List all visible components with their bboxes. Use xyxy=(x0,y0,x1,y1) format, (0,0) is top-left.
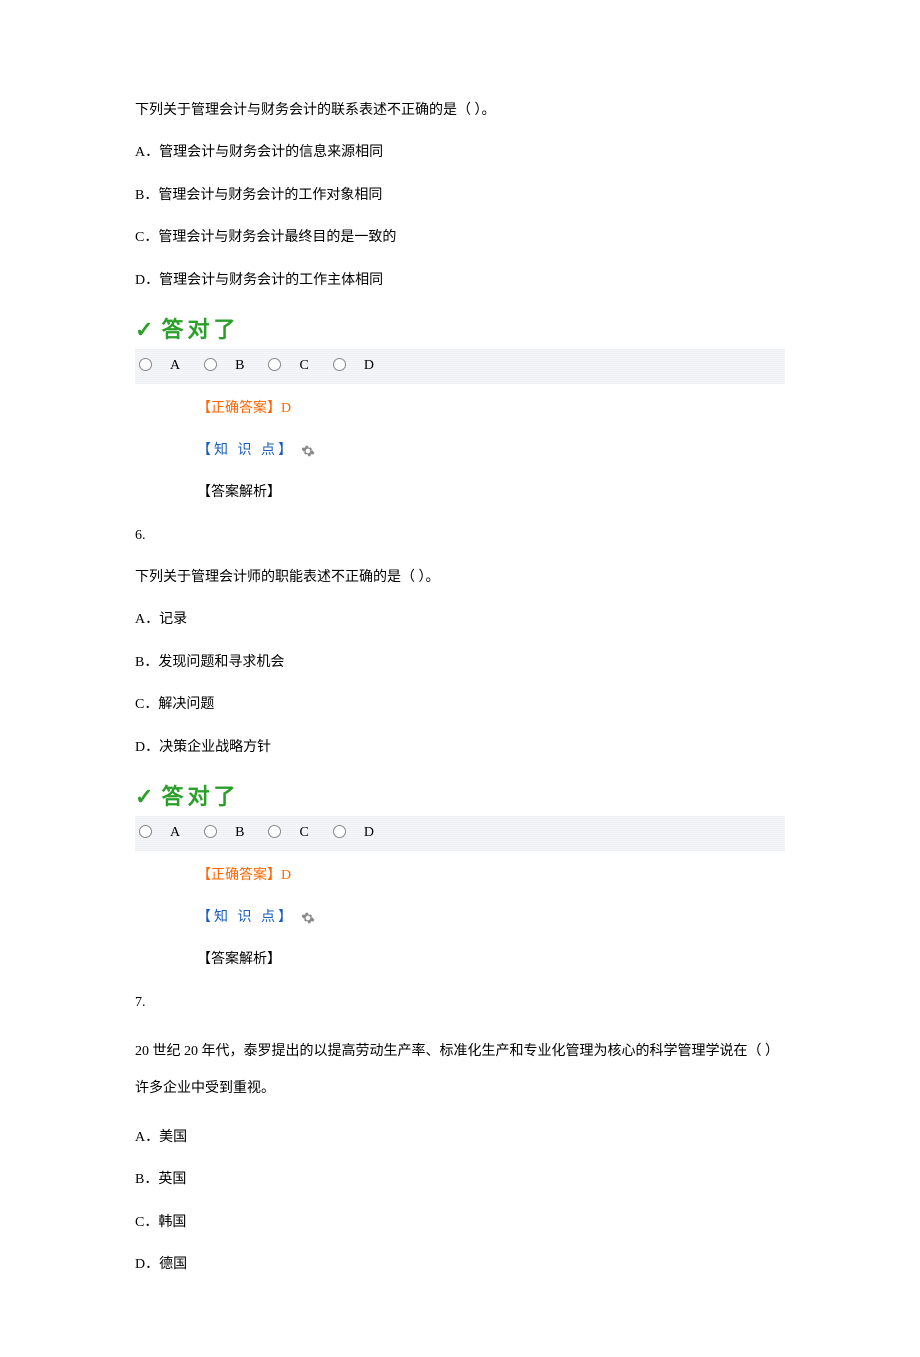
radio-d[interactable]: D xyxy=(333,822,374,844)
knowledge-line: 【知 识 点】 xyxy=(197,907,785,929)
knowledge-label: 【知 识 点】 xyxy=(197,910,295,925)
radio-icon xyxy=(333,358,346,371)
option-d: D．管理会计与财务会计的工作主体相同 xyxy=(135,270,785,292)
question-text: 下列关于管理会计师的职能表述不正确的是（ ）。 xyxy=(135,567,785,589)
radio-c[interactable]: C xyxy=(268,822,308,844)
answer-block: 【正确答案】D 【知 识 点】 【答案解析】 xyxy=(135,398,785,505)
analysis-line: 【答案解析】 xyxy=(197,482,785,504)
question-5: 下列关于管理会计与财务会计的联系表述不正确的是（ ）。 A．管理会计与财务会计的… xyxy=(135,100,785,505)
radio-label: C xyxy=(299,822,308,844)
correct-answer-value: D xyxy=(281,868,291,883)
option-b: B．英国 xyxy=(135,1169,785,1191)
correct-banner: ✓ 答对了 xyxy=(135,779,785,814)
gear-icon[interactable] xyxy=(301,444,315,458)
analysis-label: 【答案解析】 xyxy=(197,485,281,500)
radio-icon xyxy=(204,825,217,838)
option-d: D．德国 xyxy=(135,1254,785,1276)
checkmark-icon: ✓ xyxy=(135,779,153,814)
option-a: A．美国 xyxy=(135,1127,785,1149)
radio-icon xyxy=(268,358,281,371)
checkmark-icon: ✓ xyxy=(135,312,153,347)
correct-answer-line: 【正确答案】D xyxy=(197,865,785,887)
option-a: A．记录 xyxy=(135,609,785,631)
correct-text: 答对了 xyxy=(161,779,239,814)
radio-row: A B C D xyxy=(135,816,785,850)
radio-row: A B C D xyxy=(135,349,785,383)
question-7: 7. 20 世纪 20 年代，泰罗提出的以提高劳动生产率、标准化生产和专业化管理… xyxy=(135,992,785,1277)
correct-answer-line: 【正确答案】D xyxy=(197,398,785,420)
option-c: C．韩国 xyxy=(135,1212,785,1234)
knowledge-line: 【知 识 点】 xyxy=(197,440,785,462)
radio-icon xyxy=(333,825,346,838)
radio-label: B xyxy=(235,822,244,844)
question-text: 20 世纪 20 年代，泰罗提出的以提高劳动生产率、标准化生产和专业化管理为核心… xyxy=(135,1034,785,1107)
radio-icon xyxy=(139,825,152,838)
radio-c[interactable]: C xyxy=(268,355,308,377)
question-number: 7. xyxy=(135,992,785,1014)
option-c: C．管理会计与财务会计最终目的是一致的 xyxy=(135,227,785,249)
question-6: 6. 下列关于管理会计师的职能表述不正确的是（ ）。 A．记录 B．发现问题和寻… xyxy=(135,525,785,972)
radio-label: A xyxy=(170,822,180,844)
option-a: A．管理会计与财务会计的信息来源相同 xyxy=(135,142,785,164)
radio-label: C xyxy=(299,355,308,377)
radio-b[interactable]: B xyxy=(204,822,244,844)
correct-answer-label: 【正确答案】 xyxy=(197,868,281,883)
radio-b[interactable]: B xyxy=(204,355,244,377)
answer-block: 【正确答案】D 【知 识 点】 【答案解析】 xyxy=(135,865,785,972)
radio-label: D xyxy=(364,822,374,844)
analysis-line: 【答案解析】 xyxy=(197,949,785,971)
correct-answer-label: 【正确答案】 xyxy=(197,401,281,416)
radio-icon xyxy=(268,825,281,838)
radio-icon xyxy=(204,358,217,371)
analysis-label: 【答案解析】 xyxy=(197,952,281,967)
radio-label: D xyxy=(364,355,374,377)
correct-banner: ✓ 答对了 xyxy=(135,312,785,347)
correct-answer-value: D xyxy=(281,401,291,416)
question-text: 下列关于管理会计与财务会计的联系表述不正确的是（ ）。 xyxy=(135,100,785,122)
radio-icon xyxy=(139,358,152,371)
knowledge-label: 【知 识 点】 xyxy=(197,443,295,458)
radio-d[interactable]: D xyxy=(333,355,374,377)
gear-icon[interactable] xyxy=(301,911,315,925)
radio-a[interactable]: A xyxy=(139,355,180,377)
option-b: B．管理会计与财务会计的工作对象相同 xyxy=(135,185,785,207)
question-number: 6. xyxy=(135,525,785,547)
radio-a[interactable]: A xyxy=(139,822,180,844)
correct-text: 答对了 xyxy=(161,312,239,347)
radio-label: B xyxy=(235,355,244,377)
radio-label: A xyxy=(170,355,180,377)
option-d: D．决策企业战略方针 xyxy=(135,737,785,759)
option-b: B．发现问题和寻求机会 xyxy=(135,652,785,674)
option-c: C．解决问题 xyxy=(135,694,785,716)
